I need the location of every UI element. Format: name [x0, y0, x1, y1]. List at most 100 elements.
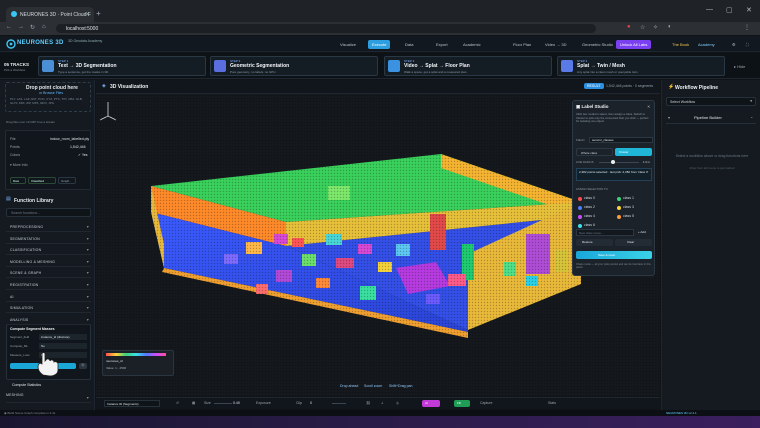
- step-card-1[interactable]: STEP 1 Text → 3D Segmentation Type a sente…: [38, 56, 206, 76]
- window-close-icon[interactable]: ✕: [746, 6, 752, 14]
- class-button-5[interactable]: class 5: [615, 213, 649, 220]
- function-card: Compute Segment Masses Segment_field ins…: [6, 324, 91, 380]
- radius-slider[interactable]: [599, 162, 639, 163]
- points-label: Points: [10, 145, 20, 149]
- function-search-input[interactable]: Search functions...: [6, 208, 91, 217]
- param-2-select[interactable]: No: [39, 343, 87, 349]
- new-class-input[interactable]: New class name...: [576, 229, 634, 236]
- category-simulation[interactable]: SIMULATION ▾: [6, 303, 91, 314]
- url-field[interactable]: localhost:5000: [56, 24, 596, 33]
- nav-export[interactable]: Export: [432, 40, 452, 49]
- close-studio-icon[interactable]: ✕: [647, 104, 650, 109]
- drop-zone[interactable]: Drop point cloud here or Browse Files PL…: [5, 82, 91, 112]
- unlock-labs-button[interactable]: Unlock All Labs: [616, 40, 652, 49]
- colors-value: ✓ Yes: [78, 153, 88, 157]
- nav-visualize[interactable]: Visualize: [336, 40, 360, 49]
- class-button-6[interactable]: class 6: [576, 222, 610, 229]
- extension-icon[interactable]: ●: [627, 24, 631, 30]
- mode-raw[interactable]: Raw: [10, 177, 26, 184]
- nav-data[interactable]: Data: [401, 40, 417, 49]
- restore-button[interactable]: Restore: [576, 239, 613, 246]
- nav-geometric-studio[interactable]: Geometric Studio: [578, 40, 617, 49]
- copy-icon[interactable]: ⎘: [79, 363, 87, 369]
- nav-execute[interactable]: Execute: [368, 40, 391, 49]
- add-class-button[interactable]: + Add: [636, 229, 652, 236]
- field-select[interactable]: semcur_classes: [589, 137, 653, 143]
- category-registration[interactable]: REGISTRATION ▾: [6, 280, 91, 290]
- reload-icon[interactable]: ↻: [30, 24, 35, 31]
- mode-cluster[interactable]: Cluster: [615, 148, 652, 156]
- minimize-icon[interactable]: —: [706, 6, 713, 13]
- academy-link[interactable]: Academy: [694, 40, 719, 49]
- category-ai[interactable]: AI ▾: [6, 292, 91, 302]
- close-tab-icon[interactable]: ✕: [85, 11, 90, 18]
- mode-graph[interactable]: Graph: [58, 177, 76, 184]
- class-button-0[interactable]: class 0: [576, 195, 610, 202]
- exposure-button[interactable]: Exposure: [256, 401, 271, 405]
- category-classification[interactable]: CLASSIFICATION ▾: [6, 245, 91, 256]
- browse-files-link[interactable]: or Browse Files: [39, 91, 63, 95]
- maximize-icon[interactable]: ▢: [726, 6, 733, 14]
- home-icon[interactable]: ⌂: [42, 24, 46, 30]
- step-card-4[interactable]: STEP 4 Splat → Twin / Mesh Any splat into …: [557, 56, 725, 76]
- more-info-toggle[interactable]: ▾ More Info: [10, 163, 28, 167]
- nav-floor-plan[interactable]: Floor Plan: [509, 40, 535, 49]
- browser-tab[interactable]: NEURONES 3D · Point Cloud F ✕: [6, 7, 94, 22]
- studio-description: Click two model to select, then assign a…: [576, 112, 649, 124]
- category-meshing[interactable]: MESHING ▾: [6, 393, 91, 403]
- nav-academic[interactable]: Academic: [459, 40, 485, 49]
- back-icon[interactable]: ←: [6, 24, 12, 30]
- class-button-1[interactable]: class 1: [615, 195, 649, 202]
- save-reset-button[interactable]: Save & reset: [576, 251, 652, 259]
- bookmark-icon[interactable]: ☆: [640, 24, 645, 31]
- profile-icon[interactable]: ◐: [668, 24, 672, 30]
- class-button-2[interactable]: class 2: [576, 204, 610, 211]
- mode-classified[interactable]: Classified: [28, 177, 56, 184]
- hide-tracks-button[interactable]: ▸ Hide: [734, 64, 745, 69]
- new-tab-button[interactable]: +: [96, 9, 101, 18]
- extensions-puzzle-icon[interactable]: ✧: [653, 24, 658, 31]
- browser-menu-icon[interactable]: ⋮: [744, 24, 750, 31]
- nav-video-3d[interactable]: Video → 3D: [541, 40, 571, 49]
- library-icon: ▤: [6, 196, 11, 202]
- step-card-3[interactable]: STEP 3 Video → Splat → Floor Plan Walk a s…: [384, 56, 552, 76]
- stats-button[interactable]: Stats: [548, 401, 556, 405]
- step-card-2[interactable]: STEP 2 Geometric Segmentation Pure geometr…: [210, 56, 378, 76]
- file-value: indoor_room_labelled.ply: [50, 137, 90, 141]
- measure-icon[interactable]: ⟂: [381, 401, 383, 405]
- radius-slider-thumb[interactable]: [611, 160, 615, 164]
- viewport-title: 3D Visualization: [110, 84, 149, 90]
- mode-whole-class[interactable]: Whole class: [576, 148, 613, 156]
- class-button-3[interactable]: class 3: [615, 204, 649, 211]
- reset-view-icon[interactable]: ↺: [176, 401, 179, 405]
- step-desc: Type a sentence, get the masks in 3D.: [58, 70, 110, 74]
- pipeline-builder-title: Pipeline Builder: [694, 115, 722, 120]
- capture-button[interactable]: Capture: [480, 401, 492, 405]
- clear-button[interactable]: Clear: [615, 239, 652, 246]
- book-link[interactable]: The Book: [668, 40, 693, 49]
- category-segmentation[interactable]: SEGMENTATION ▾: [6, 234, 91, 244]
- category-analysis[interactable]: ANALYSIS ▾: [6, 315, 91, 325]
- category-preprocessing[interactable]: PREPROCESSING ▾: [6, 222, 91, 232]
- pipeline-builder-header[interactable]: ▾ Pipeline Builder ⌄: [666, 112, 756, 124]
- clip-slider[interactable]: [332, 403, 346, 404]
- workflow-select[interactable]: Select Workflow ▾: [666, 97, 756, 106]
- category-scene-graph[interactable]: SCENE & GRAPH ▾: [6, 268, 91, 279]
- chevron-down-icon: ▾: [750, 99, 752, 103]
- target-icon[interactable]: ◎: [396, 401, 399, 405]
- size-slider[interactable]: [214, 403, 232, 404]
- size-value: 0.40: [233, 401, 240, 405]
- param-3-label: Measure_Loss: [10, 353, 30, 357]
- class-button-4[interactable]: class 4: [576, 213, 610, 220]
- fill-button[interactable]: Fill: [454, 400, 470, 407]
- settings-icon[interactable]: ⚙: [728, 40, 740, 49]
- fullscreen-icon[interactable]: ⛶: [742, 40, 753, 49]
- color-by-select[interactable]: Instance ID (Segments): [104, 400, 160, 407]
- grid-icon[interactable]: ▦: [192, 401, 195, 405]
- category-modelling-meshing[interactable]: MODELLING & MESHING ▾: [6, 257, 91, 267]
- link-icon[interactable]: ⛓: [366, 401, 370, 405]
- ai-button[interactable]: AI: [422, 400, 440, 407]
- forward-icon[interactable]: →: [18, 24, 24, 30]
- compute-statistics-item[interactable]: Compute Statistics: [12, 383, 41, 387]
- param-1-select[interactable]: instance_id (discrete): [39, 334, 87, 340]
